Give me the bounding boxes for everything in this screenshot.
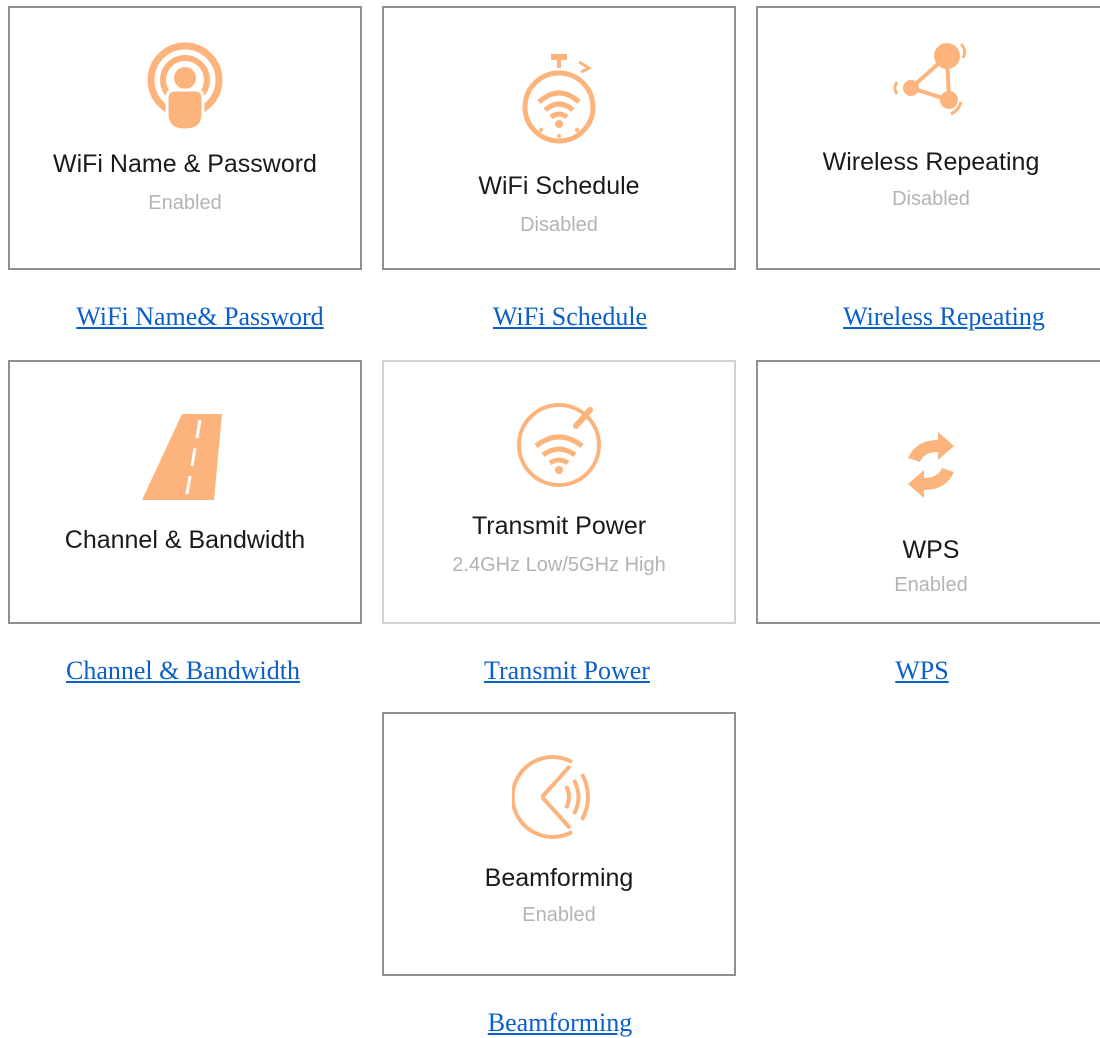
tile-title: Transmit Power xyxy=(471,512,647,540)
tile-title: WPS xyxy=(902,536,960,564)
tile-wps[interactable]: WPS Enabled xyxy=(756,360,1100,624)
wifi-hotspot-person-icon xyxy=(147,42,223,132)
link-transmit-power[interactable]: Transmit Power xyxy=(377,656,757,686)
tile-wifi-name-password[interactable]: WiFi Name & Password Enabled xyxy=(8,6,362,270)
tile-channel-bandwidth[interactable]: Channel & Bandwidth xyxy=(8,360,362,624)
tile-status: Enabled xyxy=(894,574,968,596)
link-wifi-name-password[interactable]: WiFi Name& Password xyxy=(10,302,390,332)
tile-wireless-repeating[interactable]: Wireless Repeating Disabled xyxy=(756,6,1100,270)
tile-beamforming[interactable]: Beamforming Enabled xyxy=(382,712,736,976)
link-wps[interactable]: WPS xyxy=(732,656,1100,686)
tile-title: WiFi Schedule xyxy=(478,172,640,200)
tile-title: WiFi Name & Password xyxy=(53,150,317,178)
repeater-triangle-icon xyxy=(893,42,967,116)
tile-transmit-power[interactable]: Transmit Power 2.4GHz Low/5GHz High xyxy=(382,360,736,624)
stopwatch-wifi-icon xyxy=(522,54,596,144)
tile-title: Channel & Bandwidth xyxy=(64,526,306,554)
link-wireless-repeating[interactable]: Wireless Repeating xyxy=(754,302,1100,332)
tile-status: Enabled xyxy=(522,904,596,926)
tile-status: Disabled xyxy=(892,188,970,210)
tile-title: Wireless Repeating xyxy=(822,148,1040,176)
tile-status: Enabled xyxy=(148,192,222,214)
tile-title: Beamforming xyxy=(484,864,634,892)
link-wifi-schedule[interactable]: WiFi Schedule xyxy=(380,302,760,332)
tile-status: Disabled xyxy=(520,214,598,236)
link-beamforming[interactable]: Beamforming xyxy=(370,1008,750,1038)
tile-status: 2.4GHz Low/5GHz High xyxy=(452,554,666,576)
road-icon xyxy=(142,414,222,500)
beam-signal-icon xyxy=(512,755,590,839)
link-channel-bandwidth[interactable]: Channel & Bandwidth xyxy=(0,656,373,686)
wifi-gauge-icon xyxy=(517,403,601,487)
sync-arrows-icon xyxy=(908,432,954,498)
tile-wifi-schedule[interactable]: WiFi Schedule Disabled xyxy=(382,6,736,270)
